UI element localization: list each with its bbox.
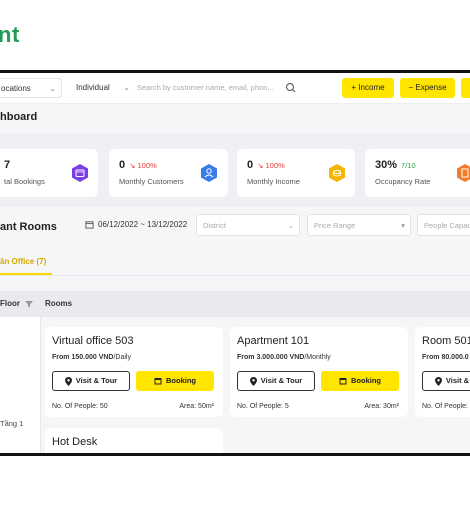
- app-window: ocations ⌄ Individual ⌄ Search by custom…: [0, 70, 470, 456]
- stat-label: tal Bookings: [4, 177, 45, 186]
- stat-change: 7/10: [401, 161, 416, 170]
- stat-label: Monthly Customers: [119, 177, 184, 186]
- room-area: Area: 30m²: [364, 403, 399, 410]
- stat-card-income: 0 ↘ 100% Monthly Income: [237, 149, 355, 197]
- stat-value: 7: [4, 159, 11, 171]
- section-title: ant Rooms: [0, 221, 57, 233]
- tab-divider: [0, 275, 470, 276]
- calendar-icon: [154, 378, 162, 385]
- district-select[interactable]: District ⌄: [196, 214, 300, 236]
- rooms-column-header: Rooms: [45, 299, 73, 308]
- room-card: Apartment 101 From 3.000.000 VND/Monthly…: [230, 327, 408, 417]
- calendar-icon: [85, 221, 94, 229]
- stat-label: Monthly Income: [247, 177, 300, 186]
- visit-tour-button[interactable]: Visit & Tour: [52, 371, 130, 391]
- filter-icon[interactable]: [25, 300, 34, 308]
- stat-change: ↘ 100%: [129, 161, 157, 170]
- room-capacity: No. Of People: 5: [237, 403, 289, 410]
- district-placeholder: District: [203, 221, 226, 230]
- booking-button[interactable]: Booking: [321, 371, 399, 391]
- capacity-select[interactable]: People Capaci: [417, 214, 470, 236]
- calendar-icon: [72, 164, 88, 182]
- room-name: Apartment 101: [237, 335, 310, 347]
- room-price: From 80.000.0: [422, 354, 469, 361]
- building-icon: [457, 164, 470, 182]
- search-icon[interactable]: [284, 78, 298, 98]
- visit-tour-button[interactable]: Visit & Tour: [237, 371, 315, 391]
- room-capacity: No. Of People: 50: [52, 403, 108, 410]
- tab-office[interactable]: ân Office (7): [0, 257, 46, 266]
- stat-change: ↘ 100%: [257, 161, 285, 170]
- map-pin-icon: [64, 376, 72, 386]
- chevron-down-icon: ⌄: [287, 221, 294, 230]
- capacity-placeholder: People Capaci: [424, 221, 470, 230]
- booking-button[interactable]: Booking: [136, 371, 214, 391]
- chevron-down-icon: ⌄: [49, 84, 56, 93]
- page-title: hboard: [0, 111, 38, 123]
- map-pin-icon: [249, 376, 257, 386]
- caret-down-icon: ▾: [401, 221, 405, 230]
- price-range-select[interactable]: Price Range ▾: [307, 214, 411, 236]
- add-income-button[interactable]: + Income: [342, 78, 394, 98]
- room-name: Hot Desk: [52, 436, 98, 448]
- top-toolbar: ocations ⌄ Individual ⌄ Search by custom…: [0, 73, 470, 104]
- visit-tour-button[interactable]: Visit &: [422, 371, 470, 391]
- stat-card-bookings: 7 tal Bookings: [0, 149, 98, 197]
- room-name: Room 501: [422, 335, 470, 347]
- stat-card-occupancy: 30% 7/10 Occupancy Rate: [365, 149, 470, 197]
- stat-value: 30% 7/10: [375, 159, 416, 171]
- map-pin-icon: [434, 376, 442, 386]
- calendar-icon: [339, 378, 347, 385]
- users-icon: [201, 164, 217, 182]
- date-range-picker[interactable]: 06/12/2022 ~ 13/12/2022: [85, 214, 187, 236]
- search-input[interactable]: Search by customer name, email, phon...: [137, 78, 305, 98]
- room-price: From 3.000.000 VND/Monthly: [237, 354, 331, 361]
- add-expense-button[interactable]: − Expense: [400, 78, 455, 98]
- customer-type-select[interactable]: Individual ⌄: [70, 78, 132, 98]
- room-capacity: No. Of People:: [422, 403, 468, 410]
- stat-value: 0 ↘ 100%: [247, 159, 285, 171]
- stat-label: Occupancy Rate: [375, 177, 431, 186]
- chevron-down-icon: ⌄: [123, 83, 130, 92]
- floor-name: Tầng 1: [0, 419, 24, 428]
- coins-icon: [329, 164, 345, 182]
- stat-card-customers: 0 ↘ 100% Monthly Customers: [109, 149, 228, 197]
- room-card: Hot Desk: [45, 428, 223, 453]
- room-price: From 150.000 VND/Daily: [52, 354, 131, 361]
- date-range-value: 06/12/2022 ~ 13/12/2022: [98, 220, 188, 229]
- customer-type-label: Individual: [76, 83, 110, 92]
- brand-logo-text: nt: [0, 22, 20, 47]
- stat-value: 0 ↘ 100%: [119, 159, 157, 171]
- room-name: Virtual office 503: [52, 335, 134, 347]
- floor-column: [0, 317, 41, 453]
- more-action-button[interactable]: [461, 78, 470, 98]
- room-card: Room 501 From 80.000.0 Visit & No. Of Pe…: [415, 327, 470, 417]
- price-range-placeholder: Price Range: [314, 221, 356, 230]
- floor-column-header[interactable]: Floor: [0, 299, 34, 308]
- room-area: Area: 50m²: [179, 403, 214, 410]
- location-select-label: ocations: [1, 84, 31, 93]
- room-card: Virtual office 503 From 150.000 VND/Dail…: [45, 327, 223, 417]
- location-select[interactable]: ocations ⌄: [0, 78, 62, 98]
